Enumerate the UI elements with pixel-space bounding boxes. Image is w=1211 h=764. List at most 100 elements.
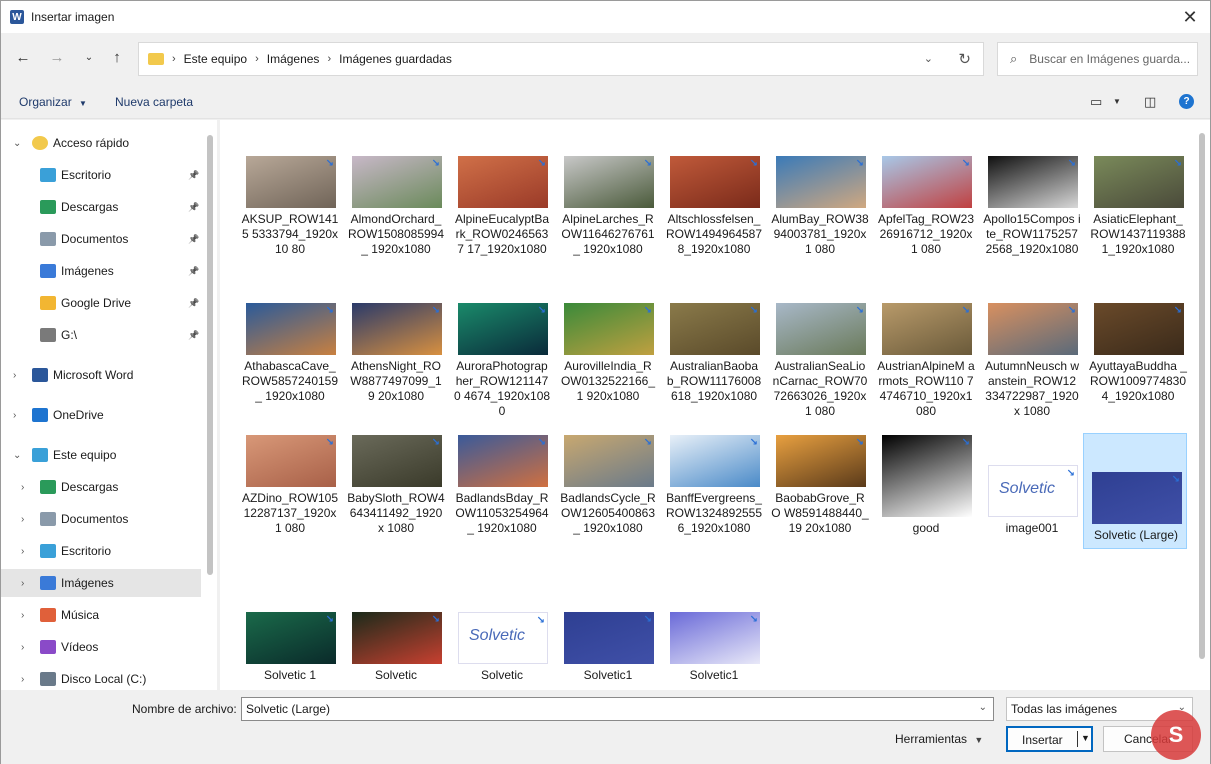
image-thumbnail: ↘ bbox=[246, 156, 336, 208]
sidebar-item[interactable]: › Documentos bbox=[1, 505, 201, 533]
organize-button[interactable]: Organizar ▼ bbox=[19, 95, 87, 109]
sidebar-item[interactable]: ⌄ Acceso rápido bbox=[1, 129, 201, 157]
close-icon[interactable]: ✕ bbox=[1180, 7, 1200, 27]
sidebar-item[interactable]: › Música bbox=[1, 601, 201, 629]
file-tile[interactable]: ↘ Solvetic 1 bbox=[238, 612, 342, 690]
chevron-right-icon[interactable]: › bbox=[21, 610, 24, 621]
chevron-right-icon[interactable]: › bbox=[13, 410, 16, 421]
chevron-right-icon[interactable]: › bbox=[13, 370, 16, 381]
file-tile[interactable]: Solvetic ↘ image001 bbox=[980, 435, 1084, 545]
sidebar-item[interactable]: ›Documentos📌 bbox=[1, 225, 201, 253]
file-tile[interactable]: ↘ Solvetic1 bbox=[556, 612, 660, 690]
file-tile[interactable]: ↘ AZDino_ROW105 12287137_1920x1 080 bbox=[238, 435, 342, 545]
sidebar-item[interactable]: › Escritorio bbox=[1, 537, 201, 565]
breadcrumb-este-equipo[interactable]: Este equipo bbox=[184, 52, 247, 66]
pin-icon: 📌 bbox=[188, 329, 200, 340]
address-dropdown-icon[interactable]: ⌄ bbox=[924, 52, 933, 65]
file-name: AlpineLarches_R OW11646276761_ 1920x1080 bbox=[561, 212, 655, 256]
file-name: AustralianBaoba b_ROW11176008 618_1920x1… bbox=[666, 359, 762, 403]
breadcrumb-imagenes-guardadas[interactable]: Imágenes guardadas bbox=[339, 52, 452, 66]
sidebar-item[interactable]: ›Escritorio📌 bbox=[1, 161, 201, 189]
file-tile[interactable]: ↘ AthensNight_RO W8877497099_19 20x1080 bbox=[344, 303, 448, 413]
pin-icon: 📌 bbox=[188, 265, 200, 276]
shortcut-arrow-icon: ↘ bbox=[961, 305, 970, 316]
file-name: AsiaticElephant_ ROW1437119388 1_1920x10… bbox=[1090, 212, 1186, 256]
chevron-down-icon[interactable]: ⌄ bbox=[13, 450, 21, 461]
file-tile[interactable]: ↘ Solvetic1 bbox=[662, 612, 766, 690]
sidebar-item[interactable]: ⌄ Este equipo bbox=[1, 441, 201, 469]
filename-dropdown-icon[interactable]: ⌄ bbox=[979, 702, 987, 713]
file-tile[interactable]: ↘ AustralianBaoba b_ROW11176008 618_1920x… bbox=[662, 303, 766, 413]
file-tile[interactable]: ↘ AutumnNeusch wanstein_ROW12 334722987_1… bbox=[980, 303, 1084, 418]
view-mode-icon[interactable]: ▭ bbox=[1090, 94, 1102, 110]
file-tile[interactable]: ↘ AlumBay_ROW38 94003781_1920x1 080 bbox=[768, 156, 872, 266]
sidebar-item-label: Documentos bbox=[61, 232, 129, 246]
file-tile[interactable]: ↘ Solvetic (Large) bbox=[1083, 433, 1187, 549]
view-dropdown-icon[interactable]: ▼ bbox=[1113, 97, 1121, 106]
sidebar-item[interactable]: ›Imágenes📌 bbox=[1, 257, 201, 285]
file-tile[interactable]: ↘ AKSUP_ROW1415 5333794_1920x10 80 bbox=[238, 156, 342, 266]
chevron-down-icon[interactable]: ⌄ bbox=[13, 138, 21, 149]
help-icon[interactable]: ? bbox=[1179, 94, 1194, 109]
file-tile[interactable]: ↘ BadlandsCycle_R OW12605400863_ 1920x108… bbox=[556, 435, 660, 545]
file-tile[interactable]: ↘ Apollo15Compos ite_ROW1175257 2568_1920… bbox=[980, 156, 1084, 266]
sidebar-item[interactable]: › Descargas bbox=[1, 473, 201, 501]
new-folder-button[interactable]: Nueva carpeta bbox=[115, 95, 193, 109]
chevron-right-icon[interactable]: › bbox=[21, 578, 24, 589]
back-arrow-icon[interactable]: ← bbox=[13, 48, 33, 68]
sidebar-item[interactable]: ›G:\📌 bbox=[1, 321, 201, 349]
sidebar-item[interactable]: › OneDrive bbox=[1, 401, 201, 429]
nav-pane-scrollbar[interactable] bbox=[207, 135, 213, 575]
file-tile[interactable]: ↘ AyuttayaBuddha _ROW1009774830 4_1920x10… bbox=[1086, 303, 1190, 413]
file-tile[interactable]: ↘ BabySloth_ROW4 643411492_1920x 1080 bbox=[344, 435, 448, 545]
preview-pane-icon[interactable]: ◫ bbox=[1144, 94, 1156, 110]
file-tile[interactable]: ↘ BadlandsBday_R OW11053254964_ 1920x1080 bbox=[450, 435, 554, 545]
shortcut-arrow-icon: ↘ bbox=[325, 614, 334, 625]
address-bar[interactable]: › Este equipo › Imágenes › Imágenes guar… bbox=[138, 42, 984, 76]
filename-input[interactable]: Solvetic (Large) ⌄ bbox=[241, 697, 994, 721]
sidebar-item[interactable]: › Disco Local (C:) bbox=[1, 665, 201, 690]
chevron-right-icon[interactable]: › bbox=[21, 546, 24, 557]
file-tile[interactable]: ↘ Altschlossfelsen_ ROW1494964587 8_1920x… bbox=[662, 156, 766, 266]
refresh-icon[interactable]: ↻ bbox=[958, 50, 971, 68]
sidebar-item[interactable]: › Vídeos bbox=[1, 633, 201, 661]
file-list-scrollbar[interactable] bbox=[1199, 133, 1205, 659]
chevron-right-icon[interactable]: › bbox=[21, 642, 24, 653]
search-box[interactable]: ⌕ Buscar en Imágenes guarda... bbox=[997, 42, 1198, 76]
file-tile[interactable]: ↘ AurovilleIndia_R OW0132522166_1 920x108… bbox=[556, 303, 660, 413]
file-tile[interactable]: ↘ ApfelTag_ROW23 26916712_1920x1 080 bbox=[874, 156, 978, 266]
organize-label: Organizar bbox=[19, 95, 72, 109]
file-tile[interactable]: ↘ good bbox=[874, 435, 978, 545]
chevron-right-icon[interactable]: › bbox=[21, 482, 24, 493]
breadcrumb-imagenes[interactable]: Imágenes bbox=[267, 52, 320, 66]
chevron-right-icon[interactable]: › bbox=[21, 674, 24, 685]
chevron-right-icon[interactable]: › bbox=[21, 514, 24, 525]
file-tile[interactable]: ↘ BanffEvergreens_ ROW1324892555 6_1920x1… bbox=[662, 435, 766, 545]
up-arrow-icon[interactable]: ↑ bbox=[107, 48, 127, 68]
file-tile[interactable]: ↘ AuroraPhotograp her_ROW1211470 4674_192… bbox=[450, 303, 554, 418]
insert-button[interactable]: Insertar ▼ bbox=[1006, 726, 1093, 752]
file-tile[interactable]: ↘ AustrianAlpineM armots_ROW110 74746710_… bbox=[874, 303, 978, 418]
sidebar-item[interactable]: ›Descargas📌 bbox=[1, 193, 201, 221]
file-tile[interactable]: ↘ AlmondOrchard_ ROW1508085994_ 1920x1080 bbox=[344, 156, 448, 266]
file-tile[interactable]: ↘ AsiaticElephant_ ROW1437119388 1_1920x1… bbox=[1086, 156, 1190, 266]
file-name: Solvetic1 bbox=[583, 668, 633, 682]
file-tile[interactable]: ↘ AlpineEucalyptBa rk_ROW02465637 17_1920… bbox=[450, 156, 554, 266]
file-name: BadlandsCycle_R OW12605400863_ 1920x1080 bbox=[560, 491, 656, 535]
insert-dropdown-icon[interactable]: ▼ bbox=[1081, 733, 1090, 743]
sidebar-item[interactable]: ›Google Drive📌 bbox=[1, 289, 201, 317]
sidebar-item[interactable]: › Microsoft Word bbox=[1, 361, 201, 389]
file-tile[interactable]: ↘ BaobabGrove_RO W8591488440_19 20x1080 bbox=[768, 435, 872, 545]
sidebar-item[interactable]: › Imágenes bbox=[1, 569, 201, 597]
tools-button[interactable]: Herramientas ▼ bbox=[895, 732, 983, 746]
forward-arrow-icon[interactable]: → bbox=[47, 48, 67, 68]
file-name: AustrianAlpineM armots_ROW110 74746710_1… bbox=[877, 359, 975, 418]
recent-chevron-icon[interactable]: ⌄ bbox=[79, 48, 99, 68]
image-thumbnail: ↘ bbox=[670, 435, 760, 487]
file-tile[interactable]: ↘ AthabascaCave_ ROW5857240159_ 1920x1080 bbox=[238, 303, 342, 413]
pin-icon: 📌 bbox=[188, 169, 200, 180]
file-tile[interactable]: Solvetic ↘ Solvetic bbox=[450, 612, 554, 690]
file-tile[interactable]: ↘ AlpineLarches_R OW11646276761_ 1920x108… bbox=[556, 156, 660, 266]
file-tile[interactable]: ↘ Solvetic bbox=[344, 612, 448, 690]
file-tile[interactable]: ↘ AustralianSeaLio nCarnac_ROW70 72663026… bbox=[768, 303, 872, 418]
